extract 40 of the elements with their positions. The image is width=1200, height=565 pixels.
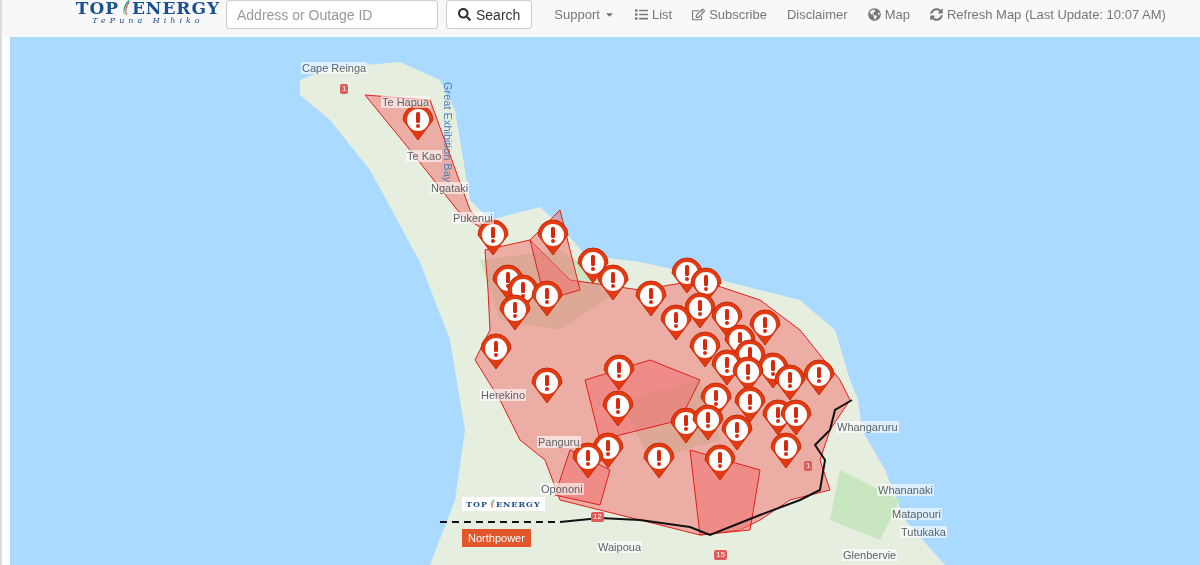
nav-link[interactable]: Subscribe xyxy=(692,7,767,22)
place-label: Pukenui xyxy=(452,212,494,224)
road-shield: 12 xyxy=(591,512,604,522)
globe-icon xyxy=(867,8,881,21)
place-label: Waipoua xyxy=(597,541,642,553)
place-label: Whananaki xyxy=(877,484,935,496)
road-shield: 15 xyxy=(714,550,727,560)
place-label: Matapouri xyxy=(891,508,942,520)
logo-text: ENERGY xyxy=(131,0,221,17)
nav-link[interactable]: Disclaimer xyxy=(786,7,848,22)
refresh-icon xyxy=(929,8,943,21)
search-button[interactable]: Search xyxy=(446,0,533,29)
place-label: Cape Reinga xyxy=(301,62,368,74)
search-field[interactable]: Address or Outage ID xyxy=(226,0,438,29)
nav-link[interactable]: Map xyxy=(867,7,910,22)
edit-icon xyxy=(692,8,706,21)
place-label: Whangaruru xyxy=(836,421,899,433)
place-label: Te Kao xyxy=(406,150,443,162)
road-shield: 1 xyxy=(804,461,813,471)
swoosh-icon xyxy=(488,499,495,509)
logo-text: TOP xyxy=(75,0,120,17)
place-label: Te Hapua xyxy=(381,96,431,108)
place-label: Herekino xyxy=(480,389,527,401)
logo-tagline: TePuna Hihiko xyxy=(92,17,204,25)
place-label: Panguru xyxy=(537,436,581,448)
nav-link[interactable]: List xyxy=(634,7,673,22)
place-label: Glenbervie xyxy=(842,549,898,561)
legend-label: Northpower xyxy=(462,529,531,547)
place-label: Opononi xyxy=(540,483,584,495)
nav-link[interactable]: Support xyxy=(554,7,615,22)
search-icon xyxy=(458,8,471,21)
place-label: Ngataki xyxy=(430,182,470,194)
logo-text: ENERGY xyxy=(495,500,541,508)
road-shield: 1 xyxy=(340,84,349,94)
place-label: Great Exhibition Bay xyxy=(441,82,455,183)
place-label: Tutukaka xyxy=(900,526,947,538)
list-icon xyxy=(634,8,648,21)
outage-map[interactable]: Cape Reinga Te Hapua Great Exhibition Bay Te Kao Ngataki Pukenui Herekino Panguru Opononi Waipoua Whangaruru Whananaki Matapouri Tutukaka Glenbervie 1 1 12 15 TOP ENERGY Northpower xyxy=(10,37,1200,565)
logo-text: TOP xyxy=(466,500,488,508)
nav-link[interactable]: Refresh Map (Last Update: 10:07 AM) xyxy=(929,7,1166,22)
